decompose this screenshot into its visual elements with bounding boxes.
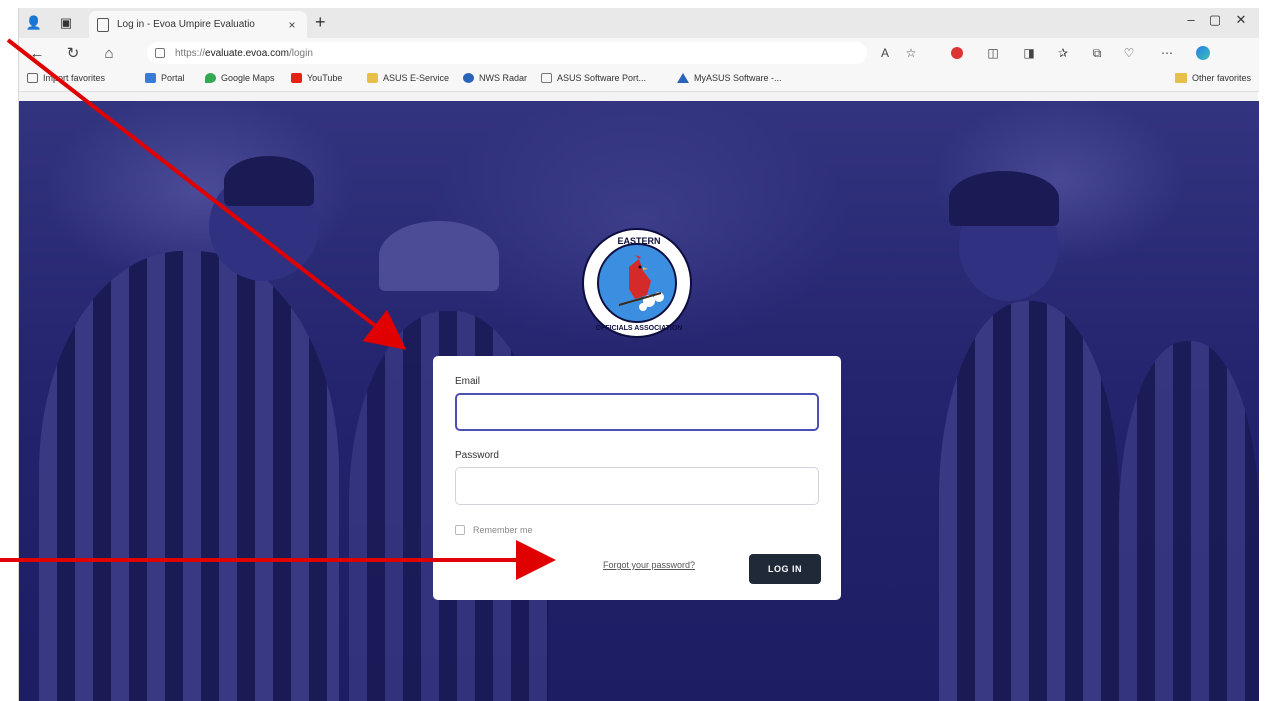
favorite-label: YouTube	[307, 73, 343, 83]
folder-icon	[367, 73, 378, 83]
back-icon[interactable]: ←	[27, 43, 47, 63]
new-tab-button[interactable]: +	[315, 12, 326, 32]
referee-figure-right	[939, 301, 1119, 701]
favorite-myasus-software[interactable]: MyASUS Software -...	[677, 73, 782, 83]
browser-window: 👤 ▣ Log in - Evoa Umpire Evaluatio × + –…	[18, 8, 1259, 701]
other-favorites[interactable]: Other favorites	[1174, 73, 1251, 83]
cardinal-icon	[618, 255, 664, 311]
referee-cap-center	[379, 221, 499, 291]
navigation-bar: ← ↻ ⌂ https:// evaluate.evoa.com /login …	[19, 38, 1259, 68]
remember-me[interactable]: Remember me	[455, 525, 533, 535]
password-field[interactable]	[455, 467, 819, 505]
favorite-label: ASUS E-Service	[383, 73, 450, 83]
logo-bottom-text: OFFICIALS ASSOCIATION	[595, 325, 683, 332]
url-path: /login	[288, 47, 313, 59]
profile-icon[interactable]: 👤	[23, 13, 45, 33]
home-icon[interactable]: ⌂	[99, 43, 119, 63]
favorite-nws-radar[interactable]: NWS Radar	[463, 73, 527, 83]
copilot-icon[interactable]	[1195, 45, 1211, 61]
page-icon	[541, 73, 552, 83]
read-aloud-icon[interactable]: A	[877, 45, 893, 61]
import-icon	[27, 73, 38, 83]
email-label: Email	[455, 376, 481, 387]
favorite-label: Google Maps	[221, 73, 275, 83]
remember-label: Remember me	[473, 525, 533, 535]
split-screen-icon[interactable]: ◨	[1021, 45, 1037, 61]
favorites-icon[interactable]: ✰	[1055, 45, 1071, 61]
referee-figure-far-right	[1119, 341, 1259, 701]
address-bar[interactable]: https:// evaluate.evoa.com /login	[147, 42, 867, 64]
triangle-logo-icon	[677, 73, 689, 83]
remember-checkbox[interactable]	[455, 525, 465, 535]
refresh-icon[interactable]: ↻	[63, 43, 83, 63]
association-logo: EASTERN OFFICIALS ASSOCIATION	[582, 228, 692, 338]
maximize-button[interactable]: ▢	[1203, 12, 1227, 28]
favorite-google-maps[interactable]: Google Maps	[205, 73, 275, 83]
referee-cap-right	[949, 171, 1059, 226]
favorite-youtube[interactable]: YouTube	[291, 73, 342, 83]
other-favorites-label: Other favorites	[1191, 73, 1251, 83]
tab-title: Log in - Evoa Umpire Evaluatio	[117, 19, 255, 30]
password-label: Password	[455, 450, 499, 461]
favorite-import[interactable]: Import favorites	[27, 73, 105, 83]
login-page: EASTERN OFFICIALS ASSOCIATION Email Pass…	[19, 101, 1259, 701]
tab-close-icon[interactable]: ×	[285, 18, 299, 32]
favorite-star-icon[interactable]: ☆	[903, 45, 919, 61]
screenshot-frame: 👤 ▣ Log in - Evoa Umpire Evaluatio × + –…	[0, 0, 1266, 701]
favorite-label: Import favorites	[43, 73, 106, 83]
referee-figure-left	[39, 251, 339, 701]
favorites-bar: Import favorites Portal Google Maps YouT…	[19, 68, 1259, 92]
close-window-button[interactable]: ✕	[1229, 12, 1253, 28]
map-pin-icon	[205, 73, 216, 83]
favorite-label: ASUS Software Port...	[557, 73, 647, 83]
folder-icon	[1174, 73, 1187, 83]
tab-login[interactable]: Log in - Evoa Umpire Evaluatio ×	[89, 11, 307, 38]
favorite-asus-software-portal[interactable]: ASUS Software Port...	[541, 73, 646, 83]
minimize-button[interactable]: –	[1179, 12, 1203, 27]
portal-icon	[145, 73, 156, 83]
login-button[interactable]: LOG IN	[749, 554, 821, 584]
logo-emblem	[597, 243, 677, 323]
tab-strip: 👤 ▣ Log in - Evoa Umpire Evaluatio × + –…	[19, 8, 1259, 38]
collections-icon[interactable]: ⧉	[1089, 45, 1105, 61]
url-host: evaluate.evoa.com	[205, 47, 289, 59]
browser-essentials-icon[interactable]: ♡	[1121, 45, 1137, 61]
favorite-portal[interactable]: Portal	[145, 73, 185, 83]
favorite-label: MyASUS Software -...	[694, 73, 782, 83]
lock-icon	[155, 48, 165, 58]
favorite-asus-eservice[interactable]: ASUS E-Service	[367, 73, 449, 83]
email-field[interactable]	[455, 393, 819, 431]
youtube-icon	[291, 73, 302, 83]
extension-icon[interactable]: ◫	[985, 45, 1001, 61]
more-menu-icon[interactable]: ⋯	[1159, 45, 1175, 61]
forgot-password-link[interactable]: Forgot your password?	[603, 560, 695, 570]
referee-cap-left	[224, 156, 314, 206]
extension-red-icon[interactable]	[949, 45, 965, 61]
login-card: Email Password Remember me Forgot your p…	[433, 356, 841, 600]
favorite-label: NWS Radar	[479, 73, 528, 83]
page-icon	[97, 17, 109, 32]
radar-icon	[463, 73, 474, 83]
tab-actions-icon[interactable]: ▣	[55, 13, 77, 33]
url-scheme: https://	[175, 47, 206, 59]
favorite-label: Portal	[161, 73, 185, 83]
